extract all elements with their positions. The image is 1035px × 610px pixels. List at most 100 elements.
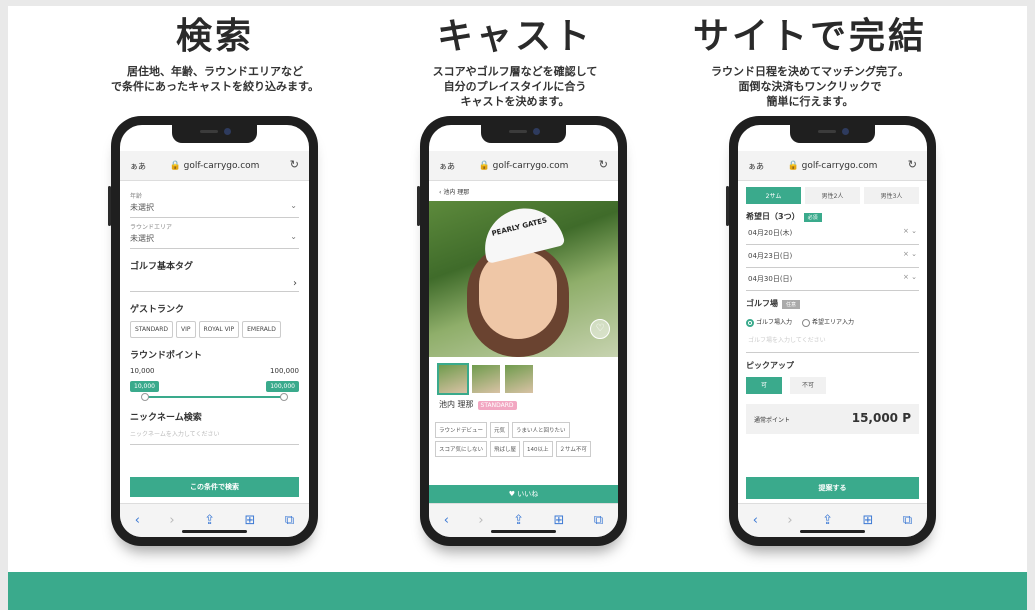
- photo-thumbnail[interactable]: [472, 365, 500, 393]
- address-bar[interactable]: ぁあ 🔒 golf-carrygo.com ↻: [429, 151, 618, 181]
- cast-photo: PEARLY GATES ♡: [429, 200, 618, 357]
- clear-chevron-icon[interactable]: × ⌄: [903, 227, 917, 235]
- clear-chevron-icon[interactable]: × ⌄: [903, 250, 917, 258]
- cast-tag: 飛ばし屋: [490, 441, 521, 457]
- phone-screen: ぁあ 🔒 golf-carrygo.com ↻ 年齢 未選択 ⌄ ラウンドエリア …: [120, 125, 309, 537]
- favorite-heart-icon[interactable]: ♡: [590, 319, 610, 339]
- points-max: 100,000: [270, 367, 299, 375]
- photo-thumbnail[interactable]: [437, 363, 469, 395]
- rank-chip-royal-vip[interactable]: ROYAL VIP: [198, 321, 240, 338]
- optional-badge: 任意: [782, 300, 801, 309]
- course-heading: ゴルフ場 任意: [746, 298, 919, 309]
- radio-area-input[interactable]: 希望エリア入力: [802, 317, 854, 327]
- panel-description: 居住地、年齢、ラウンドエリアなど で条件にあったキャストを絞り込みます。: [111, 65, 319, 93]
- reload-icon[interactable]: ↻: [290, 158, 299, 171]
- phone-screen: ぁあ 🔒 golf-carrygo.com ↻ 2サム 男性2人 男性3人 希望…: [738, 125, 927, 537]
- course-options: ゴルフ場入力 希望エリア入力: [746, 317, 919, 327]
- reload-icon[interactable]: ↻: [908, 158, 917, 171]
- url-text: 🔒 golf-carrygo.com: [478, 161, 569, 171]
- rank-chips: STANDARD VIP ROYAL VIP EMERALD: [130, 321, 299, 338]
- radio-course-input[interactable]: ゴルフ場入力: [746, 317, 792, 327]
- photo-thumbnail[interactable]: [505, 365, 533, 393]
- panel-complete-header: サイトで完結 ラウンド日程を決めてマッチング完了。 面倒な決済もワンクリックで …: [645, 0, 975, 109]
- propose-button[interactable]: 提案する: [746, 477, 919, 499]
- area-select[interactable]: 未選択 ⌄: [130, 231, 299, 249]
- tab-2sum[interactable]: 2サム: [746, 187, 801, 204]
- bookmarks-icon[interactable]: ⊞: [863, 513, 874, 528]
- slider-min-badge: 10,000: [130, 381, 159, 392]
- search-form: 年齢 未選択 ⌄ ラウンドエリア 未選択 ⌄ ゴルフ基本タグ › ゲストランク ST…: [120, 181, 309, 503]
- points-heading: ラウンドポイント: [130, 351, 203, 361]
- slider-max-badge: 100,000: [266, 381, 299, 392]
- chevron-down-icon: ⌄: [290, 232, 297, 241]
- bookmarks-icon[interactable]: ⊞: [554, 513, 565, 528]
- cast-tag: うまい人と回りたい: [512, 422, 570, 438]
- cast-name: 池内 理那: [439, 400, 474, 409]
- cast-tag: スコア気にしない: [435, 441, 488, 457]
- points-slider[interactable]: [130, 393, 299, 401]
- tag-selector[interactable]: ›: [130, 272, 299, 292]
- camera-icon: [533, 128, 540, 135]
- panel-search-header: 検索 居住地、年齢、ラウンドエリアなど で条件にあったキャストを絞り込みます。: [50, 0, 380, 94]
- rank-chip-emerald[interactable]: EMERALD: [242, 321, 281, 338]
- forward-icon[interactable]: ›: [787, 513, 792, 528]
- rank-chip-vip[interactable]: VIP: [176, 321, 196, 338]
- date-select[interactable]: 04月23日(日) × ⌄: [746, 245, 919, 268]
- pickup-yes-button[interactable]: 可: [746, 376, 782, 394]
- panel-description: ラウンド日程を決めてマッチング完了。 面倒な決済もワンクリックで 簡単に行えます…: [711, 65, 909, 108]
- panel-title: 検索: [175, 16, 254, 57]
- pickup-options: 可 不可: [746, 376, 919, 394]
- slider-max-handle[interactable]: [280, 393, 288, 401]
- phone-notch: [481, 125, 566, 143]
- url-text: 🔒 golf-carrygo.com: [169, 161, 260, 171]
- course-input[interactable]: ゴルフ場を入力してください: [746, 327, 919, 353]
- points-min: 10,000: [130, 367, 155, 375]
- reload-icon[interactable]: ↻: [599, 158, 608, 171]
- cast-tag: 元気: [490, 422, 510, 438]
- back-icon[interactable]: ‹: [753, 513, 758, 528]
- pickup-no-button[interactable]: 不可: [790, 376, 826, 394]
- like-button[interactable]: ♥ いいね: [429, 485, 618, 503]
- tabs-icon[interactable]: ⧉: [903, 513, 912, 528]
- panel-title: キャスト: [436, 16, 593, 57]
- chevron-down-icon: ⌄: [290, 201, 297, 210]
- nickname-input[interactable]: ニックネームを入力してください: [130, 423, 299, 445]
- tabs-icon[interactable]: ⧉: [285, 513, 294, 528]
- back-link[interactable]: ‹ 池内 理那: [429, 181, 618, 201]
- rank-badge: STANDARD: [477, 401, 517, 410]
- age-label: 年齢: [130, 193, 143, 200]
- phone-cast: ぁあ 🔒 golf-carrygo.com ↻ ‹ 池内 理那 PEARLY G…: [417, 116, 627, 546]
- tab-male-2[interactable]: 男性2人: [805, 187, 860, 204]
- cast-tag: ２サム不可: [555, 441, 591, 457]
- phone-booking: ぁあ 🔒 golf-carrygo.com ↻ 2サム 男性2人 男性3人 希望…: [726, 116, 936, 546]
- camera-icon: [224, 128, 231, 135]
- required-badge: 必須: [803, 213, 822, 222]
- date-select[interactable]: 04月20日(木) × ⌄: [746, 222, 919, 245]
- home-indicator: [491, 530, 556, 533]
- share-icon[interactable]: ⇪: [513, 513, 524, 528]
- back-icon[interactable]: ‹: [444, 513, 449, 528]
- rank-chip-standard[interactable]: STANDARD: [130, 321, 174, 338]
- share-icon[interactable]: ⇪: [822, 513, 833, 528]
- booking-form: 2サム 男性2人 男性3人 希望日（3つ） 必須 04月20日(木) × ⌄ 04月…: [738, 181, 927, 503]
- panel-title: サイトで完結: [692, 16, 927, 57]
- slider-badges: 10,000 100,000: [130, 381, 299, 392]
- forward-icon[interactable]: ›: [169, 513, 174, 528]
- slider-min-handle[interactable]: [141, 393, 149, 401]
- clear-chevron-icon[interactable]: × ⌄: [903, 273, 917, 281]
- rank-heading: ゲストランク: [130, 305, 185, 315]
- back-icon[interactable]: ‹: [135, 513, 140, 528]
- share-icon[interactable]: ⇪: [204, 513, 215, 528]
- search-submit-button[interactable]: この条件で検索: [130, 477, 299, 497]
- forward-icon[interactable]: ›: [478, 513, 483, 528]
- age-select[interactable]: 未選択 ⌄: [130, 200, 299, 218]
- address-bar[interactable]: ぁあ 🔒 golf-carrygo.com ↻: [120, 151, 309, 181]
- url-text: 🔒 golf-carrygo.com: [787, 161, 878, 171]
- address-bar[interactable]: ぁあ 🔒 golf-carrygo.com ↻: [738, 151, 927, 181]
- date-select[interactable]: 04月30日(日) × ⌄: [746, 268, 919, 291]
- tab-male-3[interactable]: 男性3人: [864, 187, 919, 204]
- camera-icon: [842, 128, 849, 135]
- tabs-icon[interactable]: ⧉: [594, 513, 603, 528]
- cast-tags: ラウンドデビュー 元気 うまい人と回りたい スコア気にしない 飛ばし屋 140以…: [429, 412, 618, 457]
- bookmarks-icon[interactable]: ⊞: [245, 513, 256, 528]
